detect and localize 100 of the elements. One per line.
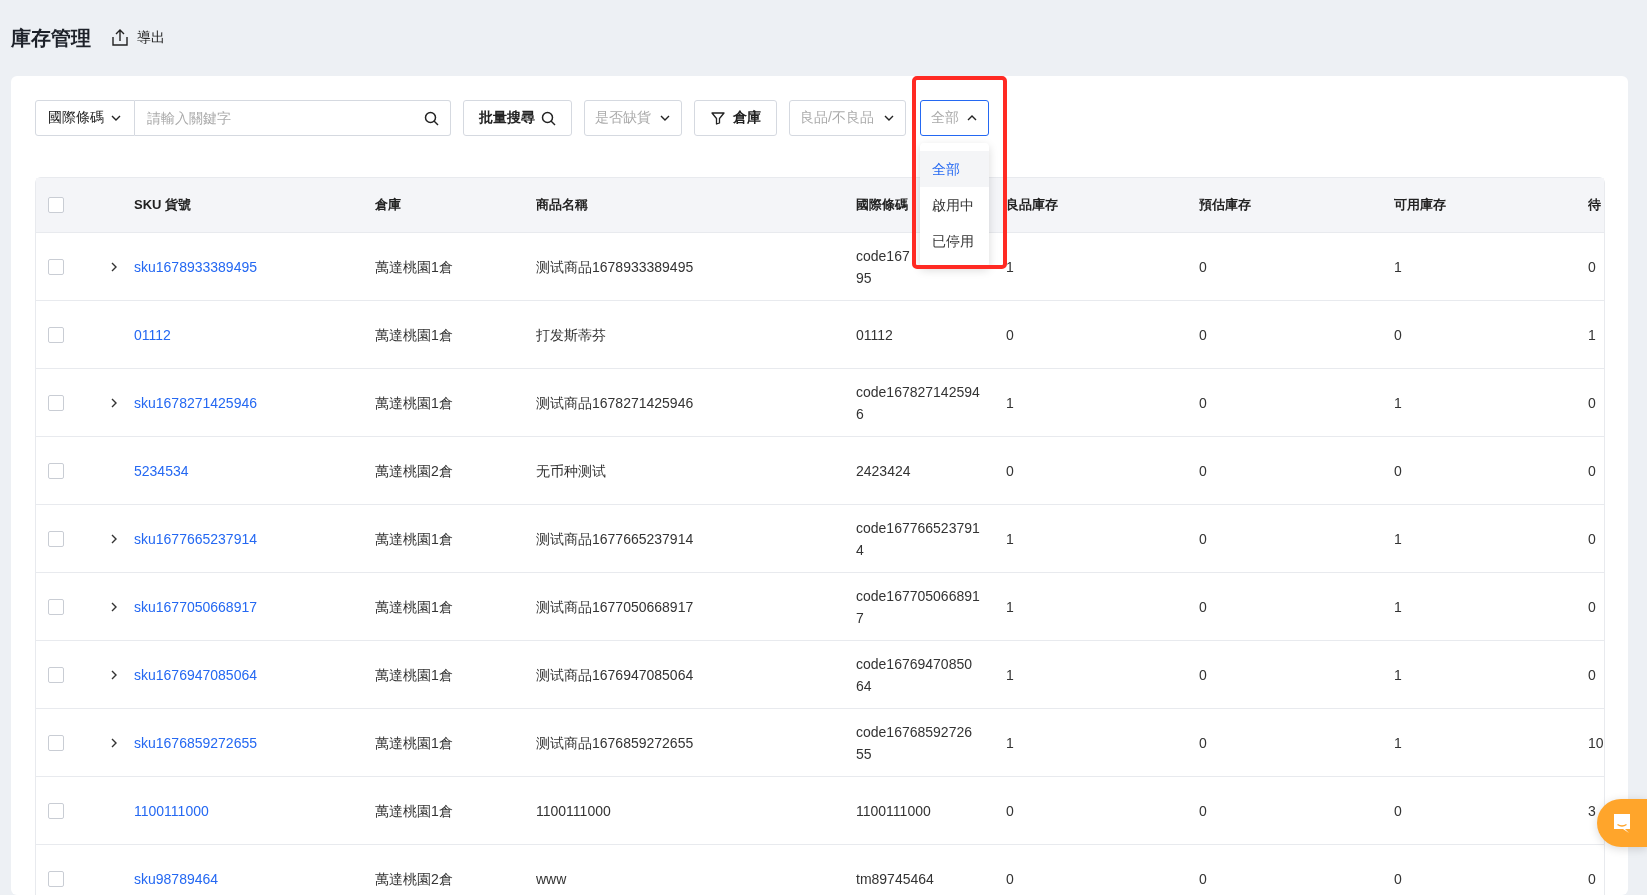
table-cell-text: 1 <box>1006 529 1014 549</box>
table-cell-text: 0 <box>1199 393 1207 413</box>
table-cell-text: 0 <box>1588 665 1596 685</box>
table-cell-text: 萬達桃園1倉 <box>375 325 453 345</box>
table-cell-text: 0 <box>1394 325 1402 345</box>
column-header[interactable]: 良品庫存 <box>1006 196 1058 214</box>
table-cell-text: 10 <box>1588 733 1604 753</box>
table-cell-text: code167 95 <box>856 246 910 288</box>
column-header[interactable]: 可用庫存 <box>1394 196 1446 214</box>
table-cell-text: 1 <box>1394 597 1402 617</box>
table-cell-text: 萬達桃園1倉 <box>375 801 453 821</box>
table-cell-text: code16769470850 64 <box>856 654 972 696</box>
table-cell-text: 0 <box>1199 257 1207 277</box>
sku-link[interactable]: 1100111000 <box>134 802 209 819</box>
search-icon <box>424 111 439 126</box>
table-cell-text: 0 <box>1006 461 1014 481</box>
table-cell-text: 测试商品1677050668917 <box>536 597 694 617</box>
table-cell-text: www <box>536 869 567 889</box>
search-field[interactable]: 請輸入關鍵字 <box>135 100 451 136</box>
table-cell-text: 测试商品1677665237914 <box>536 529 694 549</box>
sku-link[interactable]: sku1678933389495 <box>134 258 257 275</box>
column-header[interactable]: 待 <box>1588 196 1601 214</box>
table-cell-text: 0 <box>1199 733 1207 753</box>
column-header[interactable]: 預估庫存 <box>1199 196 1251 214</box>
table-cell-text: 1 <box>1394 665 1402 685</box>
search-icon <box>541 110 556 126</box>
table-cell-text: 0 <box>1199 325 1207 345</box>
sku-link[interactable]: sku1677665237914 <box>134 530 257 547</box>
table-cell-text: 1100111000 <box>536 801 611 821</box>
sku-link[interactable]: sku1677050668917 <box>134 598 257 615</box>
table-cell-text: 萬達桃園1倉 <box>375 665 453 685</box>
checkbox[interactable] <box>48 197 64 213</box>
table-cell-text: 2423424 <box>856 461 911 481</box>
column-header[interactable]: 倉庫 <box>375 196 401 214</box>
field-select[interactable]: 國際條碼 <box>35 100 135 136</box>
table-cell-text: 0 <box>1588 597 1596 617</box>
table-cell-text: 0 <box>1588 257 1596 277</box>
column-header[interactable]: 國際條碼 <box>856 196 908 214</box>
checkbox[interactable] <box>48 462 64 479</box>
filter-icon <box>710 111 725 125</box>
table-cell-text: 1 <box>1006 257 1014 277</box>
sku-link[interactable]: sku1678271425946 <box>134 394 257 411</box>
dropdown-option[interactable]: 啟用中 <box>920 187 989 223</box>
sku-link[interactable]: 5234534 <box>134 462 189 479</box>
table-cell-text: code167827142594 6 <box>856 382 980 424</box>
table-cell-text: 0 <box>1588 529 1596 549</box>
table-cell-text: 测试商品1676859272655 <box>536 733 694 753</box>
sku-link[interactable]: sku1676947085064 <box>134 666 257 683</box>
checkbox[interactable] <box>48 530 64 547</box>
dropdown-option[interactable]: 已停用 <box>920 223 989 259</box>
table-cell-text: 0 <box>1394 869 1402 889</box>
sku-link[interactable]: sku98789464 <box>134 870 219 887</box>
table-cell-text: 测试商品1676947085064 <box>536 665 694 685</box>
table-cell-text: 无币种测试 <box>536 461 606 481</box>
table-cell-text: 0 <box>1199 461 1207 481</box>
dropdown-option[interactable]: 全部 <box>920 151 989 187</box>
table-cell-text: code167705066891 7 <box>856 586 980 628</box>
table-cell-text: 1100111000 <box>856 801 931 821</box>
table-cell-text: 0 <box>1006 325 1014 345</box>
table-cell-text: 0 <box>1588 869 1596 889</box>
table-cell-text: code16768592726 55 <box>856 722 972 764</box>
column-header[interactable]: SKU 貨號 <box>134 196 192 214</box>
table-cell-text: 01112 <box>856 325 893 345</box>
checkbox[interactable] <box>48 802 64 819</box>
table-cell-text: 萬達桃園2倉 <box>375 869 453 889</box>
warehouse-filter-button[interactable]: 倉庫 <box>694 100 777 136</box>
table-cell-text: 0 <box>1394 461 1402 481</box>
column-header[interactable]: 商品名稱 <box>536 196 588 214</box>
table-cell-text: 0 <box>1588 461 1596 481</box>
batch-search-button[interactable]: 批量搜尋 <box>463 100 572 136</box>
table-cell-text: 0 <box>1199 869 1207 889</box>
sku-link[interactable]: sku1676859272655 <box>134 734 257 751</box>
table-cell-text: 1 <box>1394 393 1402 413</box>
table-cell-text: 0 <box>1006 801 1014 821</box>
checkbox[interactable] <box>48 258 64 275</box>
table-cell-text: 萬達桃園1倉 <box>375 597 453 617</box>
table-cell-text: tm89745464 <box>856 869 934 889</box>
table-cell-text: 萬達桃園1倉 <box>375 257 453 277</box>
table-cell-text: 0 <box>1394 801 1402 821</box>
table-cell-text: 1 <box>1394 529 1402 549</box>
table-cell-text: 0 <box>1199 529 1207 549</box>
table-cell-text: 测试商品1678271425946 <box>536 393 694 413</box>
table-cell-text: 1 <box>1394 733 1402 753</box>
table-cell-text: 0 <box>1199 665 1207 685</box>
table-cell-text: code167766523791 4 <box>856 518 980 560</box>
sku-link[interactable]: 01112 <box>134 326 171 343</box>
export-button[interactable]: 導出 <box>111 29 165 47</box>
export-icon <box>111 29 129 47</box>
table-cell-text: 1 <box>1006 665 1014 685</box>
checkbox[interactable] <box>48 326 64 343</box>
table-cell-text: 0 <box>1006 869 1014 889</box>
table-cell-text: 3 <box>1588 801 1596 821</box>
checkbox[interactable] <box>48 666 64 683</box>
chat-icon <box>1611 812 1633 834</box>
checkbox[interactable] <box>48 394 64 411</box>
checkbox[interactable] <box>48 734 64 751</box>
chat-button[interactable] <box>1597 799 1647 847</box>
checkbox[interactable] <box>48 870 64 887</box>
table-cell-text: 萬達桃園2倉 <box>375 461 453 481</box>
checkbox[interactable] <box>48 598 64 615</box>
